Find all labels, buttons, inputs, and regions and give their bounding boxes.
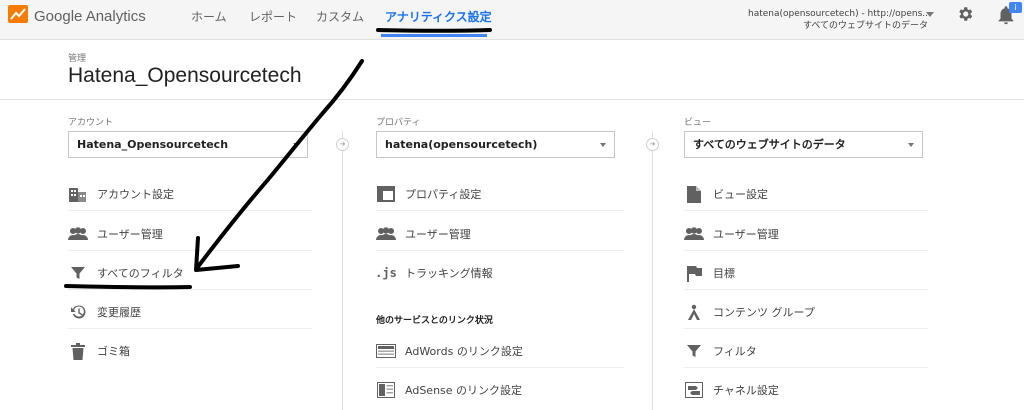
divider xyxy=(684,328,928,329)
view-column-label: ビュー xyxy=(684,118,712,128)
account-dropdown-value: Hatena_Opensourcetech xyxy=(77,138,229,151)
divider xyxy=(684,210,928,211)
divider xyxy=(684,250,928,251)
arrow-right-icon: ➔ xyxy=(646,138,659,151)
all-filters-item[interactable]: すべてのフィルタ xyxy=(68,260,184,286)
view-filters-label: フィルタ xyxy=(713,345,757,358)
property-settings-label: プロパティ設定 xyxy=(405,188,482,201)
divider xyxy=(376,210,624,211)
tab-custom[interactable]: カスタム xyxy=(316,8,364,25)
view-dropdown[interactable]: すべてのウェブサイトのデータ xyxy=(684,131,923,158)
document-icon xyxy=(684,185,704,203)
header-divider xyxy=(0,99,1024,100)
divider xyxy=(68,250,312,251)
trash-label: ゴミ箱 xyxy=(97,345,130,358)
property-user-management-label: ユーザー管理 xyxy=(405,228,471,241)
tab-admin[interactable]: アナリティクス設定 xyxy=(385,8,492,25)
goals-label: 目標 xyxy=(713,267,735,280)
view-user-management-item[interactable]: ユーザー管理 xyxy=(684,221,779,247)
divider xyxy=(68,289,312,290)
page-title: Hatena_Opensourcetech xyxy=(68,64,302,87)
active-tab-indicator xyxy=(381,34,487,37)
annotation-arrow-head xyxy=(194,236,240,272)
brand-name: Google Analytics xyxy=(34,7,146,25)
column-divider xyxy=(342,131,343,410)
view-settings-item[interactable]: ビュー設定 xyxy=(684,181,768,207)
annotation-underline-filters xyxy=(64,284,192,290)
tracking-info-item[interactable]: .js トラッキング情報 xyxy=(375,260,493,286)
channel-settings-label: チャネル設定 xyxy=(713,384,779,397)
content-grouping-label: コンテンツ グループ xyxy=(713,306,815,319)
trash-icon xyxy=(68,342,88,360)
account-settings-item[interactable]: アカウント設定 xyxy=(68,181,174,207)
divider xyxy=(68,328,312,329)
admin-label: 管理 xyxy=(68,54,87,64)
account-caret-icon[interactable] xyxy=(926,12,934,17)
product-linking-heading: 他のサービスとのリンク状況 xyxy=(376,316,493,326)
users-icon xyxy=(376,225,396,243)
divider xyxy=(684,367,928,368)
history-icon xyxy=(68,303,88,321)
change-history-item[interactable]: 変更履歴 xyxy=(68,299,141,325)
top-bar: Google Analytics ホーム レポート カスタム アナリティクス設定… xyxy=(0,0,1024,40)
users-icon xyxy=(684,225,704,243)
chevron-down-icon xyxy=(908,143,914,147)
window-icon xyxy=(376,185,396,203)
account-settings-label: アカウント設定 xyxy=(97,188,174,201)
arrow-right-icon: ➔ xyxy=(336,138,349,151)
all-filters-label: すべてのフィルタ xyxy=(97,267,184,280)
users-icon xyxy=(68,225,88,243)
google-analytics-logo[interactable]: Google Analytics xyxy=(8,5,146,27)
divider xyxy=(68,210,312,211)
goals-item[interactable]: 目標 xyxy=(684,260,735,286)
account-dropdown[interactable]: Hatena_Opensourcetech xyxy=(68,131,308,158)
filter-icon xyxy=(684,342,704,360)
adsense-linking-item[interactable]: AdSense のリンク設定 xyxy=(376,377,522,403)
column-divider xyxy=(652,131,653,410)
building-icon xyxy=(68,185,88,203)
js-icon: .js xyxy=(375,266,397,280)
filter-icon xyxy=(68,264,88,282)
property-dropdown-value: hatena(opensourcetech) xyxy=(385,138,538,151)
change-history-label: 変更履歴 xyxy=(97,306,141,319)
adwords-linking-item[interactable]: AdWords のリンク設定 xyxy=(376,338,523,364)
view-dropdown-value: すべてのウェブサイトのデータ xyxy=(693,138,846,151)
channel-icon xyxy=(684,381,704,399)
chevron-down-icon xyxy=(293,143,299,147)
view-filters-item[interactable]: フィルタ xyxy=(684,338,757,364)
chevron-down-icon xyxy=(600,143,606,147)
account-switcher-line1: hatena(opensourcetech) - http://opens... xyxy=(748,9,928,19)
adsense-icon xyxy=(376,381,396,399)
flag-icon xyxy=(684,264,704,282)
divider xyxy=(376,250,624,251)
divider xyxy=(684,289,928,290)
property-user-management-item[interactable]: ユーザー管理 xyxy=(376,221,471,247)
view-user-management-label: ユーザー管理 xyxy=(713,228,779,241)
account-user-management-label: ユーザー管理 xyxy=(97,228,163,241)
tab-home[interactable]: ホーム xyxy=(191,8,227,25)
notification-badge: i xyxy=(1009,2,1022,13)
adsense-linking-label: AdSense のリンク設定 xyxy=(405,384,523,397)
view-settings-label: ビュー設定 xyxy=(713,188,768,201)
adwords-icon xyxy=(376,342,396,360)
content-grouping-item[interactable]: コンテンツ グループ xyxy=(684,299,815,325)
property-column-label: プロパティ xyxy=(376,118,421,128)
account-user-management-item[interactable]: ユーザー管理 xyxy=(68,221,163,247)
tracking-info-label: トラッキング情報 xyxy=(405,267,493,280)
property-settings-item[interactable]: プロパティ設定 xyxy=(376,181,481,207)
content-group-icon xyxy=(684,303,704,321)
channel-settings-item[interactable]: チャネル設定 xyxy=(684,377,779,403)
tab-reports[interactable]: レポート xyxy=(249,8,297,25)
account-switcher[interactable]: hatena(opensourcetech) - http://opens...… xyxy=(748,8,928,32)
annotation-arrow-line xyxy=(195,59,364,270)
account-switcher-line2: すべてのウェブサイトのデータ xyxy=(802,21,928,31)
account-column-label: アカウント xyxy=(68,118,114,128)
trash-item[interactable]: ゴミ箱 xyxy=(68,338,130,364)
divider xyxy=(376,367,624,368)
adwords-linking-label: AdWords のリンク設定 xyxy=(405,345,523,358)
gear-icon[interactable] xyxy=(956,5,974,23)
property-dropdown[interactable]: hatena(opensourcetech) xyxy=(376,131,615,158)
analytics-logo-icon xyxy=(8,5,28,27)
